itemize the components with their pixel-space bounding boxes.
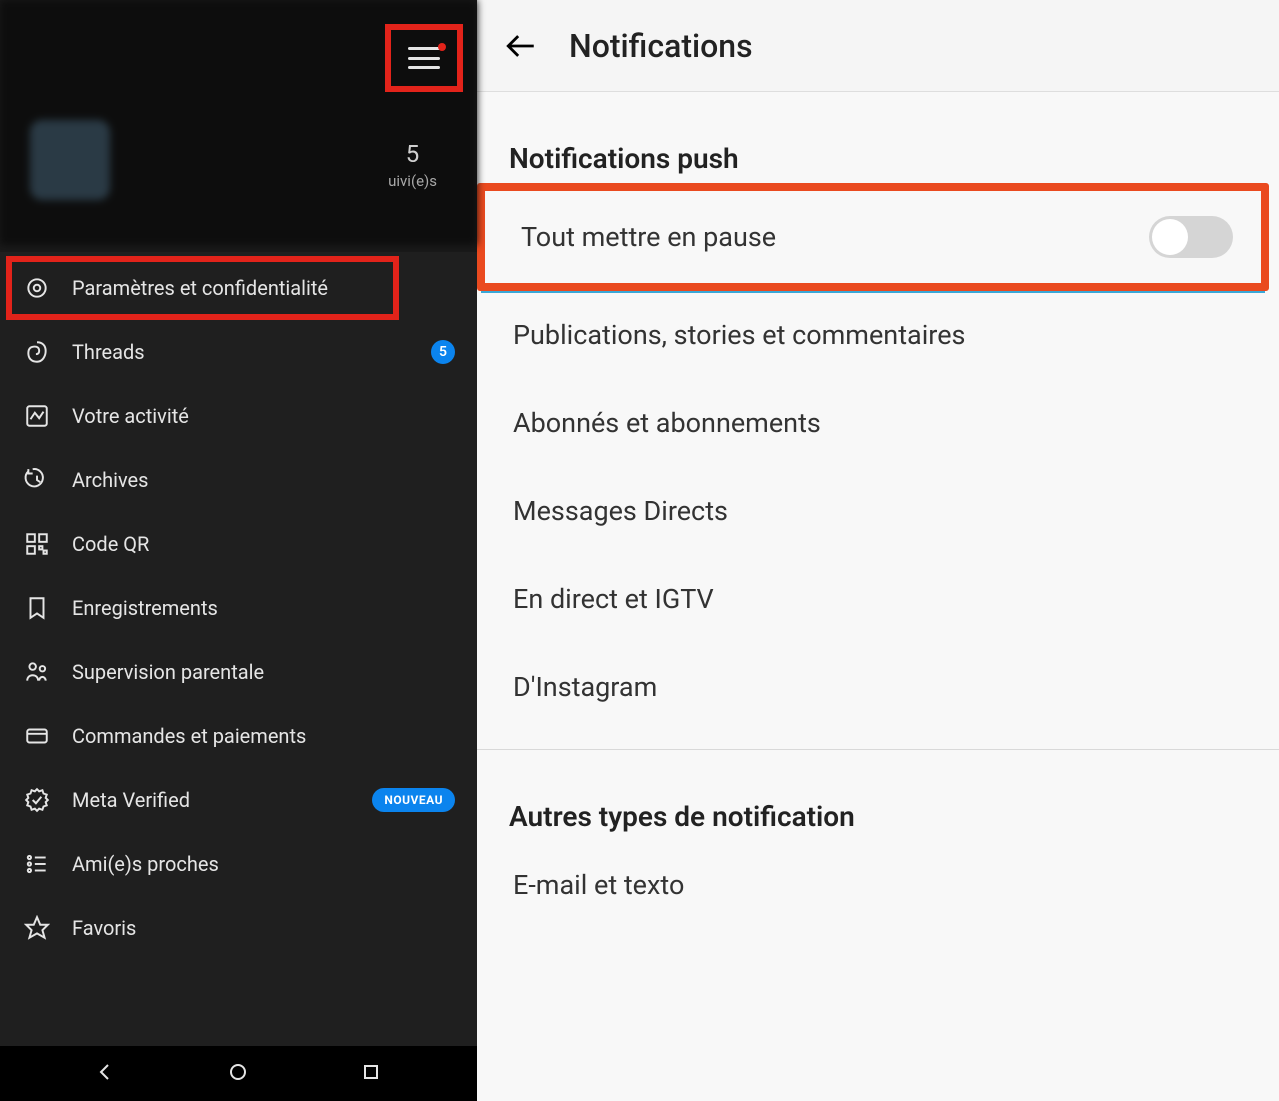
archive-icon	[22, 465, 52, 495]
card-icon	[22, 721, 52, 751]
row-live-igtv[interactable]: En direct et IGTV	[477, 555, 1279, 643]
orange-highlight-box: Tout mettre en pause	[477, 183, 1269, 291]
hamburger-highlight	[385, 24, 463, 92]
row-followers-following[interactable]: Abonnés et abonnements	[477, 379, 1279, 467]
menu-label: Meta Verified	[72, 788, 190, 812]
row-direct-messages[interactable]: Messages Directs	[477, 467, 1279, 555]
section-other: Autres types de notification	[477, 750, 1279, 841]
avatar	[30, 120, 110, 200]
toggle-knob-icon	[1152, 219, 1188, 255]
menu-item-saved[interactable]: Enregistrements	[0, 576, 477, 640]
row-label: Abonnés et abonnements	[513, 407, 821, 439]
menu-label: Supervision parentale	[72, 660, 264, 684]
family-icon	[22, 657, 52, 687]
menu-label: Commandes et paiements	[72, 724, 306, 748]
menu-label: Votre activité	[72, 404, 189, 428]
following-label: uivi(e)s	[388, 172, 437, 190]
menu-label: Archives	[72, 468, 148, 492]
following-count: 5	[388, 140, 437, 168]
nav-home-icon[interactable]	[226, 1060, 250, 1088]
notification-dot-icon	[438, 43, 446, 51]
menu-item-qr[interactable]: Code QR	[0, 512, 477, 576]
profile-menu-panel: 5 uivi(e)s Paramètres et confidentialité…	[0, 0, 477, 1101]
page-title: Notifications	[569, 27, 753, 65]
menu-label: Code QR	[72, 532, 149, 556]
row-email-sms[interactable]: E-mail et texto	[477, 841, 1279, 929]
menu-label: Threads	[72, 340, 145, 364]
menu-item-verified[interactable]: Meta Verified NOUVEAU	[0, 768, 477, 832]
menu-item-favorites[interactable]: Favoris	[0, 896, 477, 960]
row-label: Tout mettre en pause	[521, 221, 776, 253]
menu-label: Enregistrements	[72, 596, 218, 620]
badge-count: 5	[431, 340, 455, 364]
row-posts-stories-comments[interactable]: Publications, stories et commentaires	[477, 291, 1279, 379]
menu-button[interactable]	[408, 47, 440, 69]
row-label: D'Instagram	[513, 671, 657, 703]
row-label: E-mail et texto	[513, 869, 684, 901]
nav-recent-icon[interactable]	[359, 1060, 383, 1088]
row-label: En direct et IGTV	[513, 583, 714, 615]
notifications-settings-panel: Notifications Notifications push Tout me…	[477, 0, 1279, 1101]
list-icon	[22, 849, 52, 879]
menu-item-activity[interactable]: Votre activité	[0, 384, 477, 448]
nav-back-icon[interactable]	[94, 1060, 118, 1088]
row-label: Publications, stories et commentaires	[513, 319, 965, 351]
menu-item-parental[interactable]: Supervision parentale	[0, 640, 477, 704]
row-from-instagram[interactable]: D'Instagram	[477, 643, 1279, 731]
badge-new: NOUVEAU	[372, 788, 455, 812]
menu-label: Paramètres et confidentialité	[72, 276, 328, 300]
menu-item-payments[interactable]: Commandes et paiements	[0, 704, 477, 768]
qr-icon	[22, 529, 52, 559]
android-nav-bar	[0, 1046, 477, 1101]
menu-label: Ami(e)s proches	[72, 852, 219, 876]
menu-item-close-friends[interactable]: Ami(e)s proches	[0, 832, 477, 896]
verified-icon	[22, 785, 52, 815]
notifications-header: Notifications	[477, 0, 1279, 92]
bookmark-icon	[22, 593, 52, 623]
row-pause-all[interactable]: Tout mettre en pause	[485, 191, 1261, 283]
menu-item-settings[interactable]: Paramètres et confidentialité	[0, 256, 477, 320]
menu-item-archives[interactable]: Archives	[0, 448, 477, 512]
threads-icon	[22, 337, 52, 367]
menu-label: Favoris	[72, 916, 136, 940]
pause-all-toggle[interactable]	[1149, 216, 1233, 258]
activity-icon	[22, 401, 52, 431]
menu-item-threads[interactable]: Threads 5	[0, 320, 477, 384]
section-push: Notifications push	[477, 92, 1279, 183]
back-button[interactable]	[501, 26, 541, 66]
following-stat[interactable]: 5 uivi(e)s	[388, 140, 437, 190]
star-icon	[22, 913, 52, 943]
profile-menu: Paramètres et confidentialité Threads 5 …	[0, 252, 477, 1046]
row-label: Messages Directs	[513, 495, 728, 527]
gear-icon	[22, 273, 52, 303]
